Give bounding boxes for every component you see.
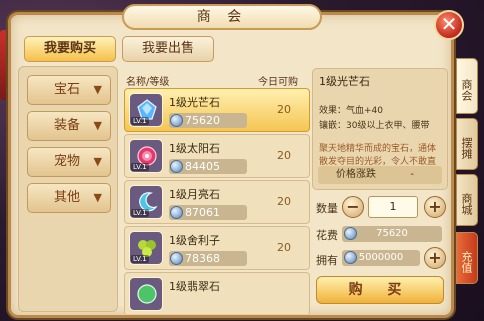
- chevron-down-icon: ▼: [93, 83, 102, 96]
- price-trend: 价格涨跌 -: [318, 166, 442, 184]
- own-label: 拥有: [316, 254, 338, 267]
- item-list: LV.1 1级光芒石 75620 20 LV.1 1级太阳石 84405 20 …: [124, 88, 310, 314]
- cost-value: 75620: [342, 226, 442, 242]
- category-list: 宝石 ▼ 装备 ▼ 宠物 ▼ 其他 ▼: [18, 66, 118, 312]
- close-button[interactable]: ✕: [434, 10, 464, 40]
- list-header: 名称/等级 今日可购: [124, 70, 310, 88]
- list-item[interactable]: 1级翡翠石: [124, 272, 310, 314]
- silver-coin-icon: [170, 114, 183, 127]
- own-value: 5000000: [342, 250, 420, 266]
- category-pets[interactable]: 宠物 ▼: [27, 147, 111, 177]
- list-item[interactable]: LV.1 1级月亮石 87061 20: [124, 180, 310, 224]
- tab-sell[interactable]: 我要出售: [122, 36, 214, 62]
- category-gems[interactable]: 宝石 ▼: [27, 75, 111, 105]
- category-equipment[interactable]: 装备 ▼: [27, 111, 111, 141]
- sun-stone-icon: LV.1: [129, 139, 163, 173]
- silver-coin-icon: [344, 251, 357, 264]
- item-price: 87061: [169, 205, 247, 220]
- add-silver-button[interactable]: +: [424, 247, 446, 269]
- blue-gem-icon: LV.1: [129, 93, 163, 127]
- silver-coin-icon: [170, 160, 183, 173]
- column-name: 名称/等级: [126, 77, 170, 88]
- detail-inlay: 镶嵌：30级以上衣甲、腰带: [319, 121, 430, 131]
- item-price: 75620: [169, 113, 247, 128]
- tab-stall[interactable]: 摆摊: [456, 118, 478, 170]
- silver-coin-icon: [170, 206, 183, 219]
- chevron-down-icon: ▼: [93, 155, 102, 168]
- jade-stone-icon: [129, 277, 163, 311]
- chevron-down-icon: ▼: [93, 191, 102, 204]
- sarira-icon: LV.1: [129, 231, 163, 265]
- quantity-input[interactable]: 1: [368, 196, 418, 218]
- tab-trade[interactable]: 商会: [456, 58, 478, 114]
- list-item[interactable]: LV.1 1级太阳石 84405 20: [124, 134, 310, 178]
- item-price: 84405: [169, 159, 247, 174]
- decrease-button[interactable]: −: [342, 196, 364, 218]
- tab-buy[interactable]: 我要购买: [24, 36, 116, 62]
- detail-title: 1级光芒石: [319, 75, 370, 88]
- moon-stone-icon: LV.1: [129, 185, 163, 219]
- list-item[interactable]: LV.1 1级光芒石 75620 20: [124, 88, 310, 132]
- cost-label: 花费: [316, 229, 338, 242]
- category-other[interactable]: 其他 ▼: [27, 183, 111, 213]
- item-price: 78368: [169, 251, 247, 266]
- buy-button[interactable]: 购 买: [316, 276, 444, 304]
- detail-effect: 效果：气血+40: [319, 106, 383, 116]
- qty-label: 数量: [316, 202, 338, 215]
- silver-coin-icon: [170, 252, 183, 265]
- increase-button[interactable]: +: [424, 196, 446, 218]
- list-item[interactable]: LV.1 1级舍利子 78368 20: [124, 226, 310, 270]
- silver-coin-icon: [344, 227, 357, 240]
- tab-recharge[interactable]: 充值: [456, 232, 478, 284]
- column-today: 今日可购: [258, 77, 298, 88]
- chevron-down-icon: ▼: [93, 119, 102, 132]
- tab-mall[interactable]: 商城: [456, 174, 478, 226]
- window-title: 商 会: [122, 4, 322, 30]
- decoration-ribbon: [0, 30, 8, 100]
